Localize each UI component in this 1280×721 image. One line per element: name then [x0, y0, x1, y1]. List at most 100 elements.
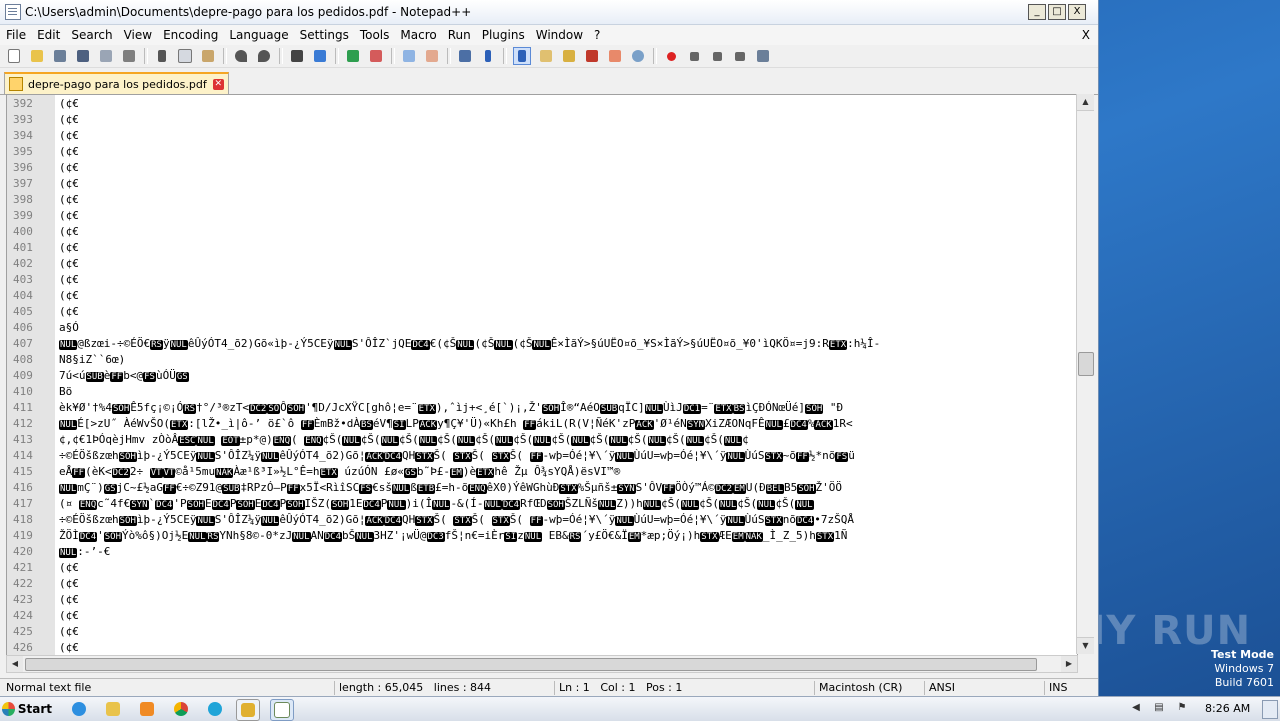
eye-icon[interactable] [630, 48, 646, 64]
indent-guide-icon[interactable] [513, 47, 531, 65]
code-line[interactable]: ÷©ÉÖšßzœhSOHìþ-¿Ý5CEÿNULS'ÔÎZ¼ÿNULêÛýÓT4… [59, 512, 1077, 528]
find-icon[interactable] [289, 48, 305, 64]
code-line[interactable]: (¢€ [59, 272, 1077, 288]
copy-icon[interactable] [177, 48, 193, 64]
record-macro-icon[interactable] [663, 48, 679, 64]
code-line[interactable]: NUL:-’-€ [59, 544, 1077, 560]
menu-search[interactable]: Search [65, 28, 117, 42]
menu-settings[interactable]: Settings [294, 28, 354, 42]
code-line[interactable]: (¢€ [59, 176, 1077, 192]
save-macro-icon[interactable] [755, 48, 771, 64]
scroll-left-icon[interactable]: ◀ [7, 656, 23, 672]
run-multiple-macro-icon[interactable] [732, 48, 748, 64]
vertical-scrollbar[interactable]: ▲ ▼ [1076, 94, 1094, 654]
minimize-button[interactable]: _ [1028, 4, 1046, 20]
paste-icon[interactable] [200, 48, 216, 64]
code-line[interactable]: eÅFF(èK<DC22÷ VT VT©å¹5muNAKÀæ¹ß³I»½L°Ê=h… [59, 464, 1077, 480]
word-wrap-icon[interactable] [457, 48, 473, 64]
save-icon[interactable] [52, 48, 68, 64]
code-line[interactable]: 7ú<úSUBèFFb<@FSùÓÜGS [59, 368, 1077, 384]
document-tab[interactable]: depre-pago para los pedidos.pdf ✕ [4, 72, 229, 94]
file-manager-icon[interactable] [236, 699, 260, 721]
code-line[interactable]: (¢€ [59, 128, 1077, 144]
code-line[interactable]: a§Ó [59, 320, 1077, 336]
network-icon[interactable]: ▤ [1153, 702, 1165, 714]
open-file-icon[interactable] [29, 48, 45, 64]
menu-edit[interactable]: Edit [31, 28, 65, 42]
doc-map-icon[interactable] [538, 48, 554, 64]
show-all-chars-icon[interactable] [480, 48, 496, 64]
code-line[interactable]: (¢€ [59, 288, 1077, 304]
horizontal-scrollbar[interactable]: ◀ ▶ [6, 655, 1078, 673]
close-button[interactable]: X [1068, 4, 1086, 20]
menu-view[interactable]: View [118, 28, 157, 42]
menu-language[interactable]: Language [223, 28, 293, 42]
code-line[interactable]: NULÉ[>zU˝ ÀéWvŠO(ETX:[lŽ•_ì|ô-’ ö£`ô FFÈ… [59, 416, 1077, 432]
text-editor[interactable]: 392 393 394 395 396 397 398 399 400 401 402 403 404 4… [6, 94, 1078, 656]
code-line[interactable]: (¢€ [59, 256, 1077, 272]
menu-macro[interactable]: Macro [394, 28, 441, 42]
sync-h-icon[interactable] [424, 48, 440, 64]
close-document-icon[interactable]: X [1082, 28, 1090, 42]
show-desktop-button[interactable] [1262, 700, 1278, 719]
code-line[interactable]: (¢€ [59, 624, 1077, 640]
start-button[interactable]: Start [2, 698, 52, 719]
code-line[interactable]: (¢€ [59, 640, 1077, 655]
chrome-icon[interactable] [170, 699, 192, 719]
monitoring-icon[interactable] [607, 48, 623, 64]
code-line[interactable]: ÷©ÉÖšßzœhSOHìþ-¿Ý5CEÿNULS'ÔÎZ¼ÿNULêÛýÓT4… [59, 448, 1077, 464]
code-line[interactable]: (¢€ [59, 240, 1077, 256]
code-line[interactable]: (¢€ [59, 592, 1077, 608]
replace-icon[interactable] [312, 48, 328, 64]
volume-icon[interactable]: ◀ [1130, 702, 1142, 714]
menu-run[interactable]: Run [442, 28, 476, 42]
clock[interactable]: 8:26 AM [1205, 702, 1250, 715]
folder-workspace-icon[interactable] [584, 48, 600, 64]
explorer-icon[interactable] [102, 699, 124, 719]
title-bar[interactable]: C:\Users\admin\Documents\depre-pago para… [0, 0, 1098, 25]
code-line[interactable]: NULmÇ¨)GSjC~£½aGFF€÷©Z91@SUB‡RPzÓ—PFFx5Ï… [59, 480, 1077, 496]
close-file-icon[interactable] [98, 48, 114, 64]
menu-help[interactable]: ? [588, 28, 605, 42]
code-line[interactable]: (¢€ [59, 608, 1077, 624]
scroll-right-icon[interactable]: ▶ [1061, 656, 1077, 672]
menu-plugins[interactable]: Plugins [476, 28, 530, 42]
edge-icon[interactable] [204, 699, 226, 719]
undo-icon[interactable] [233, 48, 249, 64]
menu-window[interactable]: Window [530, 28, 588, 42]
code-line[interactable]: (¤ ENQc˜4f€SYN`DC4'PSOHEDC4PSOHEDC4PSOHI… [59, 496, 1077, 512]
sync-v-icon[interactable] [401, 48, 417, 64]
redo-icon[interactable] [256, 48, 272, 64]
code-line[interactable]: èk¥Ø'†%4SOHÊ5fç¡©¡ÓRS†°/³®zT<DC2 SOÔSOH'¶… [59, 400, 1077, 416]
cut-icon[interactable] [154, 48, 170, 64]
maximize-button[interactable]: □ [1048, 4, 1066, 20]
code-line[interactable]: (¢€ [59, 560, 1077, 576]
code-line[interactable]: ŽÖÌDC4'SOHÝò%ô§)Oj½ENUL RSYNh§8©-0*zJNULA… [59, 528, 1077, 544]
code-line[interactable]: (¢€ [59, 192, 1077, 208]
function-list-icon[interactable] [561, 48, 577, 64]
print-icon[interactable] [121, 48, 137, 64]
code-line[interactable]: (¢€ [59, 304, 1077, 320]
horizontal-scroll-thumb[interactable] [25, 658, 1037, 671]
code-line[interactable]: N8§iZ``6œ) [59, 352, 1077, 368]
code-line[interactable]: (¢€ [59, 144, 1077, 160]
scroll-up-icon[interactable]: ▲ [1077, 94, 1094, 111]
code-line[interactable]: (¢€ [59, 112, 1077, 128]
tab-close-icon[interactable]: ✕ [212, 78, 224, 90]
code-line[interactable]: NUL@ßzœi-÷©ÉÖ€RSÿNULêÛýÓT4_õ2)Gõ«ìþ-¿Ý5C… [59, 336, 1077, 352]
menu-encoding[interactable]: Encoding [157, 28, 223, 42]
code-line[interactable]: Bö [59, 384, 1077, 400]
code-line[interactable]: (¢€ [59, 208, 1077, 224]
menu-file[interactable]: File [0, 28, 31, 42]
zoom-out-icon[interactable] [368, 48, 384, 64]
code-line[interactable]: (¢€ [59, 224, 1077, 240]
code-line[interactable]: ¢,¢€1ÞÓqèjHmv zÒòÂESC NUL EOT±p*@)ENQ( EN… [59, 432, 1077, 448]
flag-icon[interactable]: ⚑ [1176, 702, 1188, 714]
vertical-scroll-thumb[interactable] [1078, 352, 1094, 376]
menu-tools[interactable]: Tools [354, 28, 395, 42]
play-macro-icon[interactable] [709, 48, 725, 64]
save-all-icon[interactable] [75, 48, 91, 64]
code-line[interactable]: (¢€ [59, 576, 1077, 592]
code-line[interactable]: (¢€ [59, 160, 1077, 176]
scroll-down-icon[interactable]: ▼ [1077, 637, 1094, 654]
